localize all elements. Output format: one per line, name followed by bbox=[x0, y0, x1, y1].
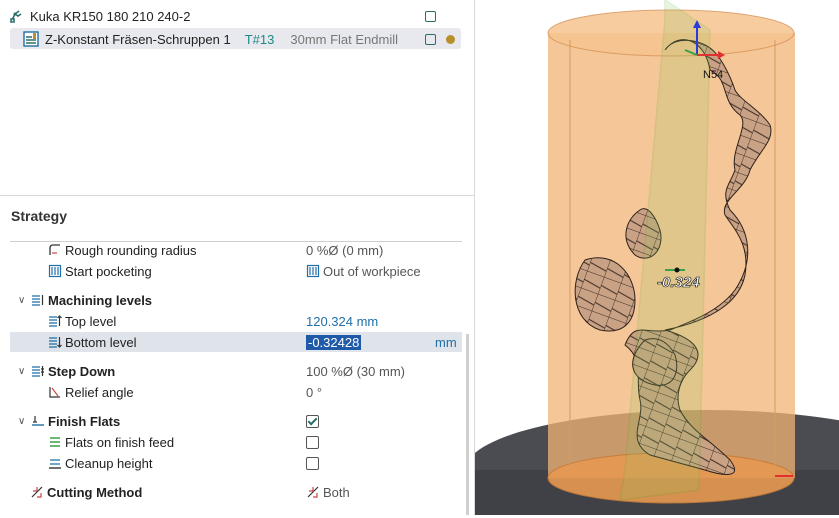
row-start-pocketing[interactable]: Start pocketing Out of workpiece bbox=[10, 261, 462, 281]
top-level-label: Top level bbox=[48, 314, 116, 329]
panel-divider bbox=[0, 195, 474, 196]
strategy-scrollbar[interactable] bbox=[466, 334, 469, 515]
row-finish-flats[interactable]: ∨ Finish Flats bbox=[10, 411, 462, 431]
chevron-down-icon[interactable]: ∨ bbox=[18, 295, 28, 306]
row-flats-on-finish-feed[interactable]: Flats on finish feed bbox=[10, 432, 462, 452]
relief-angle-label: Relief angle bbox=[48, 385, 134, 400]
viewport-scene: N54 -0.324 bbox=[465, 0, 839, 518]
cleanup-height-checkbox[interactable] bbox=[306, 456, 319, 470]
pocketing-value-icon bbox=[306, 264, 320, 278]
visibility-toggle-machine[interactable] bbox=[425, 11, 436, 22]
bottom-level-icon bbox=[49, 337, 62, 348]
finish-feed-icon bbox=[50, 437, 60, 447]
row-cutting-method[interactable]: Cutting Method Both bbox=[10, 482, 462, 502]
flats-on-finish-feed-checkbox[interactable] bbox=[306, 435, 319, 449]
start-pocketing-value: Out of workpiece bbox=[306, 264, 421, 279]
cutting-method-value: Both bbox=[306, 485, 350, 500]
rough-rounding-label: Rough rounding radius bbox=[48, 243, 197, 258]
row-machining-levels[interactable]: ∨ Machining levels bbox=[10, 290, 462, 310]
operation-tool-number: T#13 bbox=[244, 31, 275, 47]
flats-on-finish-feed-checkbox-wrap bbox=[306, 435, 319, 449]
cleanup-height-checkbox-wrap bbox=[306, 456, 319, 470]
robot-arm-icon bbox=[10, 10, 22, 23]
machine-label: Kuka KR150 180 210 240-2 bbox=[30, 8, 191, 24]
cleanup-height-label: Cleanup height bbox=[48, 456, 152, 471]
row-top-level[interactable]: Top level 120.324 mm bbox=[10, 311, 462, 331]
chevron-down-icon[interactable]: ∨ bbox=[18, 366, 28, 377]
tree-item-machine[interactable]: Kuka KR150 180 210 240-2 bbox=[8, 6, 190, 26]
relief-angle-value: 0 ° bbox=[306, 384, 323, 400]
machining-levels-group: ∨ Machining levels bbox=[18, 292, 153, 308]
finish-flats-group: ∨ Finish Flats bbox=[18, 413, 121, 429]
visibility-toggle-operation[interactable] bbox=[425, 34, 436, 45]
tree-operation-row: Z-Konstant Fräsen-Schruppen 1 T#13 30mm … bbox=[23, 29, 398, 49]
finish-flats-checkbox[interactable] bbox=[306, 414, 319, 428]
top-level-icon bbox=[49, 315, 62, 327]
operation-tree: Kuka KR150 180 210 240-2 Z-Konstant Fräs… bbox=[0, 0, 474, 195]
operation-tool-description: 30mm Flat Endmill bbox=[290, 31, 398, 47]
finish-flats-checkbox-wrap bbox=[306, 414, 319, 428]
row-step-down[interactable]: ∨ Step Down 100 %Ø (30 mm) bbox=[10, 361, 462, 381]
bottom-level-value[interactable]: -0.32428 bbox=[306, 334, 362, 350]
row-relief-angle[interactable]: Relief angle 0 ° bbox=[10, 382, 462, 402]
row-bottom-level[interactable]: Bottom level -0.32428 mm bbox=[10, 332, 462, 352]
bottom-level-label: Bottom level bbox=[48, 335, 137, 350]
top-level-value: 120.324 mm bbox=[306, 313, 379, 329]
left-panel: Kuka KR150 180 210 240-2 Z-Konstant Fräs… bbox=[0, 0, 475, 515]
row-rough-rounding-radius[interactable]: Rough rounding radius 0 %Ø (0 mm) bbox=[10, 240, 462, 260]
bottom-level-input[interactable]: -0.32428 bbox=[306, 334, 362, 350]
step-down-icon bbox=[32, 366, 44, 377]
step-down-value: 100 %Ø (30 mm) bbox=[306, 363, 405, 379]
machining-levels-icon bbox=[32, 295, 44, 306]
cutting-method-label: Cutting Method bbox=[30, 485, 142, 500]
finish-flats-icon bbox=[32, 416, 44, 426]
relief-angle-icon bbox=[49, 387, 60, 398]
flats-on-finish-feed-label: Flats on finish feed bbox=[48, 435, 174, 450]
3d-viewport[interactable]: N54 -0.324 bbox=[465, 0, 839, 518]
level-value-label: -0.324 bbox=[657, 274, 700, 291]
step-down-group: ∨ Step Down bbox=[18, 363, 116, 379]
status-dot bbox=[446, 35, 455, 44]
cleanup-height-icon bbox=[49, 459, 61, 469]
chevron-down-icon[interactable]: ∨ bbox=[18, 416, 28, 427]
cutting-method-value-icon bbox=[307, 486, 319, 498]
rounding-radius-icon bbox=[49, 244, 60, 255]
milling-operation-icon bbox=[23, 31, 39, 47]
point-label: N54 bbox=[703, 69, 723, 81]
row-cleanup-height[interactable]: Cleanup height bbox=[10, 453, 462, 473]
rough-rounding-value: 0 %Ø (0 mm) bbox=[306, 242, 384, 258]
cutting-method-icon bbox=[31, 486, 43, 498]
strategy-title: Strategy bbox=[11, 208, 68, 224]
start-pocketing-label: Start pocketing bbox=[48, 264, 152, 279]
pocketing-icon bbox=[48, 264, 62, 278]
operation-label: Z-Konstant Fräsen-Schruppen 1 bbox=[45, 31, 231, 47]
bottom-level-unit: mm bbox=[435, 334, 457, 350]
